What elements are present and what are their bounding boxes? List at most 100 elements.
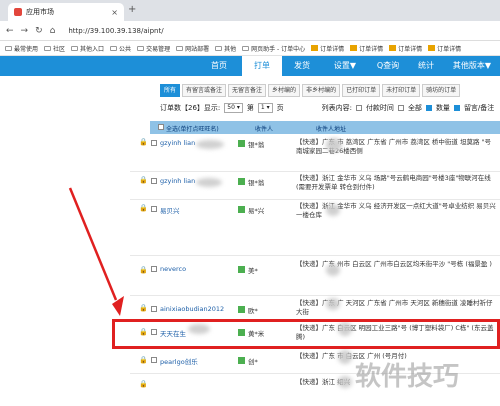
paytime-checkbox[interactable] [355, 105, 362, 111]
select-all-label: 全选 [166, 126, 179, 133]
receiver-address: 【快递】浙江 金华市 义乌 场路"号云鹤电商园"号楼3座"物联河在线 (需要开发… [296, 174, 491, 191]
lock-icon: 🔒 [139, 304, 148, 312]
address-bar: ← → ↻ ⌂ http://39.100.39.138/aipnt/ [0, 21, 500, 41]
nav-print[interactable]: 打单 [242, 56, 282, 76]
nav-stats[interactable]: 统计 [408, 56, 444, 76]
new-tab-icon[interactable]: + [128, 4, 136, 15]
table-row[interactable]: 🔒 gzyinh lian 银*翁 【快递】浙江 金华市 义乌 场路"号云鹤电商… [130, 172, 500, 200]
buyer-name[interactable]: gzyinh lian [160, 177, 195, 185]
bookmark-item[interactable]: 其他 [213, 44, 238, 53]
nav-home[interactable]: 首页 [196, 56, 242, 76]
receiver-column-header: 收件人 [255, 126, 274, 133]
list-content-label: 列表内容: [321, 104, 352, 112]
browser-tab[interactable]: 应用市场 × [8, 3, 124, 21]
page-prefix: 第 [246, 104, 254, 112]
tab-rider[interactable]: 骑坊的订单 [422, 84, 461, 97]
flag-icon [311, 45, 319, 51]
table-row[interactable]: 🔒 ainixiaobudian2012 欧* 【快递】广东 广 天河区 广东省… [130, 296, 500, 320]
page-size-select[interactable]: 50 ▾ [224, 103, 243, 113]
tab-no-memo[interactable]: 无留言备注 [228, 84, 267, 97]
receiver-name: 美* [248, 267, 258, 275]
gear-icon [5, 45, 12, 51]
site-favicon-icon [14, 8, 22, 16]
row-checkbox[interactable] [151, 357, 157, 363]
buyer-name[interactable]: pearlgo创乐 [160, 356, 198, 366]
lock-icon: 🔒 [139, 138, 148, 146]
page-number-select[interactable]: 1 ▾ [257, 103, 273, 113]
wangwang-icon [238, 306, 245, 313]
row-checkbox[interactable] [151, 266, 157, 272]
home-icon[interactable]: ⌂ [50, 26, 56, 36]
table-row[interactable]: 🔒 易贝兴 易*兴 【快递】浙江 金华市 义乌 经济开发区一点红大道"号卓业纺织… [130, 200, 500, 256]
qty-checkbox[interactable] [425, 105, 432, 111]
all-label: 全部 [407, 104, 422, 112]
privacy-blur [196, 178, 222, 187]
tab-with-memo[interactable]: 有留言或备注 [182, 84, 227, 97]
bookmark-item[interactable]: 网页助手 - 订单中心 [240, 44, 307, 53]
watermark: 软件技巧 [355, 362, 460, 392]
reload-icon[interactable]: ↻ [35, 26, 43, 36]
row-checkbox[interactable] [151, 140, 157, 146]
bookmark-item[interactable]: 其他入口 [69, 44, 106, 53]
receiver-name: 银*翁 [248, 179, 265, 187]
flag-icon [350, 45, 358, 51]
bookmark-item[interactable]: 交易管理 [135, 44, 172, 53]
tab-village[interactable]: 乡村编的 [268, 84, 301, 97]
back-icon[interactable]: ← [6, 26, 14, 36]
row-checkbox[interactable] [151, 206, 157, 212]
bookmark-item[interactable]: 网站部署 [174, 44, 211, 53]
buyer-name[interactable]: 易贝兴 [160, 205, 180, 215]
privacy-blur [338, 350, 352, 364]
tab-non-village[interactable]: 非乡村编的 [302, 84, 341, 97]
buyer-column-header: (单打点旺旺名) [178, 126, 219, 133]
row-checkbox[interactable] [151, 306, 157, 312]
bookmark-item[interactable]: 订单详情 [426, 44, 463, 53]
privacy-blur [326, 138, 342, 152]
lock-icon: 🔒 [139, 266, 148, 274]
privacy-blur [338, 376, 352, 388]
page-icon [242, 45, 250, 51]
bookmark-item[interactable]: 最常使用 [3, 44, 40, 53]
page-suffix: 页 [276, 104, 284, 112]
buyer-name[interactable]: neverco [160, 265, 186, 273]
app-nav-bar: 首页 打单 发货 设置▼ Q查询 统计 其他版本▼ [0, 56, 500, 76]
table-row[interactable]: 🔒 gzyinh lian 银*翁 【快递】广东 市 荔湾区 广东省 广州市 荔… [130, 134, 500, 172]
table-row[interactable]: 🔒 neverco 美* 【快递】广东 州市 白云区 广州市白云区均禾街平沙 "… [130, 256, 500, 296]
wangwang-icon [238, 140, 245, 147]
lock-icon: 🔒 [139, 204, 148, 212]
wangwang-icon [238, 206, 245, 213]
bookmark-item[interactable]: 订单详情 [309, 44, 346, 53]
bookmark-item[interactable]: 订单详情 [387, 44, 424, 53]
lock-icon: 🔒 [139, 176, 148, 184]
flag-icon [428, 45, 436, 51]
bookmark-item[interactable]: 订单详情 [348, 44, 385, 53]
privacy-blur [196, 140, 224, 149]
memo-checkbox[interactable] [453, 105, 460, 111]
nav-ship[interactable]: 发货 [282, 56, 322, 76]
receiver-name: 易*兴 [248, 207, 265, 215]
bookmark-item[interactable]: 社区 [42, 44, 67, 53]
url-field[interactable]: http://39.100.39.138/aipnt/ [68, 27, 163, 35]
receiver-name: 银*翁 [248, 141, 265, 149]
tab-printed[interactable]: 已打印订单 [342, 84, 381, 97]
row-checkbox[interactable] [151, 178, 157, 184]
buyer-name[interactable]: ainixiaobudian2012 [160, 305, 224, 313]
tab-all[interactable]: 所有 [160, 84, 181, 97]
close-tab-icon[interactable]: × [111, 8, 118, 17]
nav-other-versions[interactable]: 其他版本▼ [444, 56, 500, 76]
all-checkbox[interactable] [397, 105, 404, 111]
qty-label: 数量 [435, 104, 450, 112]
bookmark-item[interactable]: 公共 [108, 44, 133, 53]
buyer-name[interactable]: gzyinh lian [160, 139, 195, 147]
folder-icon [215, 45, 223, 51]
forward-icon[interactable]: → [21, 26, 29, 36]
tab-unprinted[interactable]: 未打印订单 [382, 84, 421, 97]
bookmarks-bar: 最常使用 社区 其他入口 公共 交易管理 网站部署 其他 网页助手 - 订单中心… [0, 41, 500, 56]
select-all-checkbox[interactable] [158, 124, 164, 130]
nav-search[interactable]: Q查询 [368, 56, 408, 76]
nav-settings[interactable]: 设置▼ [322, 56, 368, 76]
browser-tab-bar: 应用市场 × + [0, 0, 500, 21]
flag-icon [389, 45, 397, 51]
wangwang-icon [238, 266, 245, 273]
folder-icon [137, 45, 145, 51]
